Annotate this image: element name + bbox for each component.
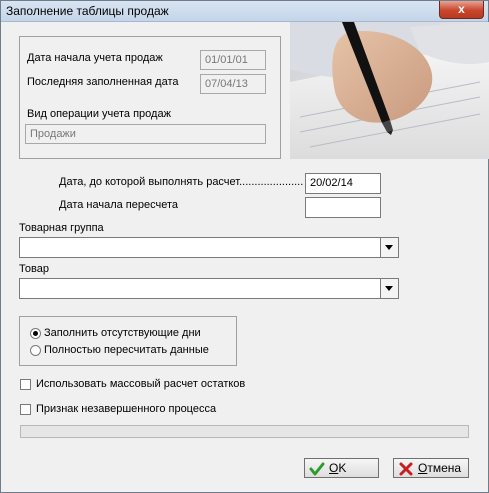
check-icon: [309, 462, 325, 476]
product-group-label: Товарная группа: [19, 222, 104, 234]
last-filled-field: 07/04/13: [200, 74, 266, 94]
start-date-field: 01/01/01: [200, 50, 266, 70]
title-bar[interactable]: Заполнение таблицы продаж x: [1, 1, 488, 22]
radio-dot: [33, 331, 38, 336]
start-date-label: Дата начала учета продаж: [27, 52, 163, 64]
cancel-label: Отмена: [418, 461, 462, 475]
checkbox-label: Признак незавершенного процесса: [36, 403, 217, 415]
progress-bar: [20, 425, 469, 438]
product-combo[interactable]: [19, 278, 399, 299]
last-filled-label: Последняя заполненная дата: [27, 76, 179, 88]
radio-label: Полностью пересчитать данные: [44, 344, 209, 356]
checkbox-mass-calc[interactable]: Использовать массовый расчет остатков: [20, 378, 280, 393]
chevron-down-icon: [385, 245, 393, 250]
product-group-combo[interactable]: [19, 237, 399, 258]
radio-button[interactable]: [30, 328, 41, 339]
checkbox[interactable]: [20, 379, 31, 390]
checkbox[interactable]: [20, 404, 31, 415]
radio-button[interactable]: [30, 345, 41, 356]
checkbox-label: Использовать массовый расчет остатков: [36, 378, 246, 390]
product-label: Товар: [19, 263, 49, 275]
radio-fill-missing-days[interactable]: Заполнить отсутствующие дни: [30, 327, 230, 342]
checkbox-incomplete-process[interactable]: Признак незавершенного процесса: [20, 403, 280, 418]
product-group-dropdown-button[interactable]: [380, 238, 398, 257]
dialog-window: Заполнение таблицы продаж x Дата начала …: [0, 0, 489, 493]
pen-writing-image: [290, 22, 489, 159]
window-title: Заполнение таблицы продаж: [6, 4, 169, 18]
radio-label: Заполнить отсутствующие дни: [44, 327, 201, 339]
ok-button[interactable]: OK: [304, 458, 379, 478]
ok-label: OK: [329, 461, 347, 475]
operation-field: Продажи: [25, 124, 266, 144]
x-icon: [399, 462, 413, 476]
chevron-down-icon: [385, 286, 393, 291]
recalc-start-label: Дата начала пересчета: [59, 199, 179, 211]
cancel-button[interactable]: Отмена: [393, 458, 469, 478]
header-photo: [290, 22, 489, 159]
radio-full-recalc[interactable]: Полностью пересчитать данные: [30, 344, 230, 359]
until-date-input[interactable]: 20/02/14: [305, 173, 381, 194]
close-button[interactable]: x: [439, 1, 484, 19]
product-dropdown-button[interactable]: [380, 279, 398, 298]
recalc-start-input[interactable]: [305, 197, 381, 218]
operation-label: Вид операции учета продаж: [27, 108, 171, 120]
until-date-label: Дата, до которой выполнять расчет.......…: [59, 176, 303, 188]
